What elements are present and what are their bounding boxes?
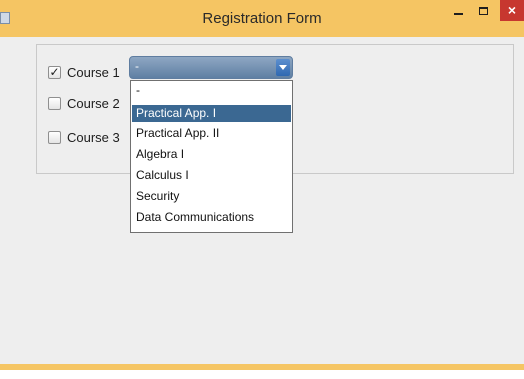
dropdown-option[interactable]: Data Communications [132,209,291,226]
course-1-label: Course 1 [67,65,120,80]
dropdown-option[interactable]: Practical App. II [132,125,291,142]
course-2-label: Course 2 [67,96,120,111]
maximize-icon [479,7,488,15]
dropdown-option[interactable]: Algebra I [132,146,291,163]
close-icon: × [507,2,517,18]
maximize-button[interactable] [472,0,496,25]
course-1-checkbox[interactable]: ✓ [48,66,61,79]
chevron-down-icon [279,65,287,70]
registration-window: Registration Form × ✓ Course 1 Course 2 … [0,0,524,379]
minimize-icon [454,13,463,15]
close-button[interactable]: × [500,0,524,21]
dropdown-option[interactable]: Security [132,188,291,205]
course-1-combobox[interactable]: - [129,56,293,79]
titlebar[interactable]: Registration Form × [0,0,524,37]
dropdown-option-selected[interactable]: Practical App. I [132,105,291,122]
dropdown-option[interactable]: Calculus I [132,167,291,184]
course-dropdown-list[interactable]: - Practical App. I Practical App. II Alg… [130,80,293,233]
dropdown-option[interactable]: - [132,82,291,99]
combobox-arrow-button[interactable] [276,59,290,76]
window-bottom-border [0,364,524,370]
combobox-value: - [135,59,139,73]
course-2-checkbox[interactable] [48,97,61,110]
course-3-label: Course 3 [67,130,120,145]
course-3-checkbox[interactable] [48,131,61,144]
minimize-button[interactable] [446,0,470,25]
